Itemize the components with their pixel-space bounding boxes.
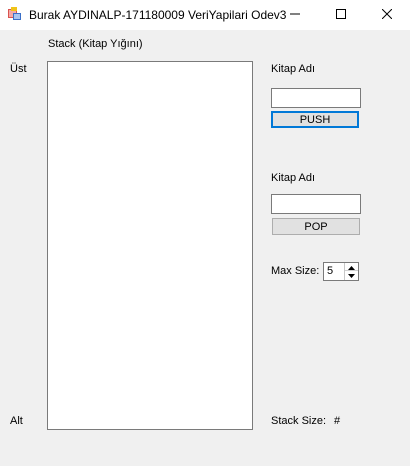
pop-book-name-label: Kitap Adı (271, 172, 316, 184)
maximize-icon (336, 8, 346, 22)
stack-top-label: Üst (10, 63, 27, 75)
stack-size-label: Stack Size: (271, 415, 327, 427)
stack-bottom-label: Alt (10, 415, 23, 427)
max-size-value: 5 (327, 265, 334, 277)
stack-listbox[interactable] (47, 61, 253, 430)
stack-header: Stack (Kitap Yığını) (48, 38, 143, 50)
close-icon (381, 8, 393, 22)
max-size-numeric[interactable]: 5 (323, 262, 359, 281)
push-book-name-label: Kitap Adı (271, 63, 316, 75)
spin-down-button[interactable] (345, 271, 358, 279)
push-button-label: PUSH (299, 113, 331, 126)
chevron-down-icon (348, 269, 355, 281)
max-size-spinner[interactable] (344, 263, 358, 280)
maximize-button[interactable] (318, 0, 364, 30)
minimize-icon (290, 9, 300, 22)
minimize-button[interactable] (272, 0, 318, 30)
push-book-name-input[interactable] (271, 88, 361, 108)
close-button[interactable] (364, 0, 410, 30)
title-bar[interactable]: Burak AYDINALP-171180009 VeriYapilari Od… (0, 0, 410, 30)
stack-size-value: # (334, 415, 341, 427)
window-title: Burak AYDINALP-171180009 VeriYapilari Od… (29, 8, 287, 22)
pop-button-label: POP (304, 220, 328, 233)
app-icon (8, 7, 22, 21)
pop-button[interactable]: POP (272, 218, 360, 235)
pop-book-name-input[interactable] (271, 194, 361, 214)
push-button[interactable]: PUSH (271, 111, 359, 128)
max-size-label: Max Size: (271, 265, 320, 277)
